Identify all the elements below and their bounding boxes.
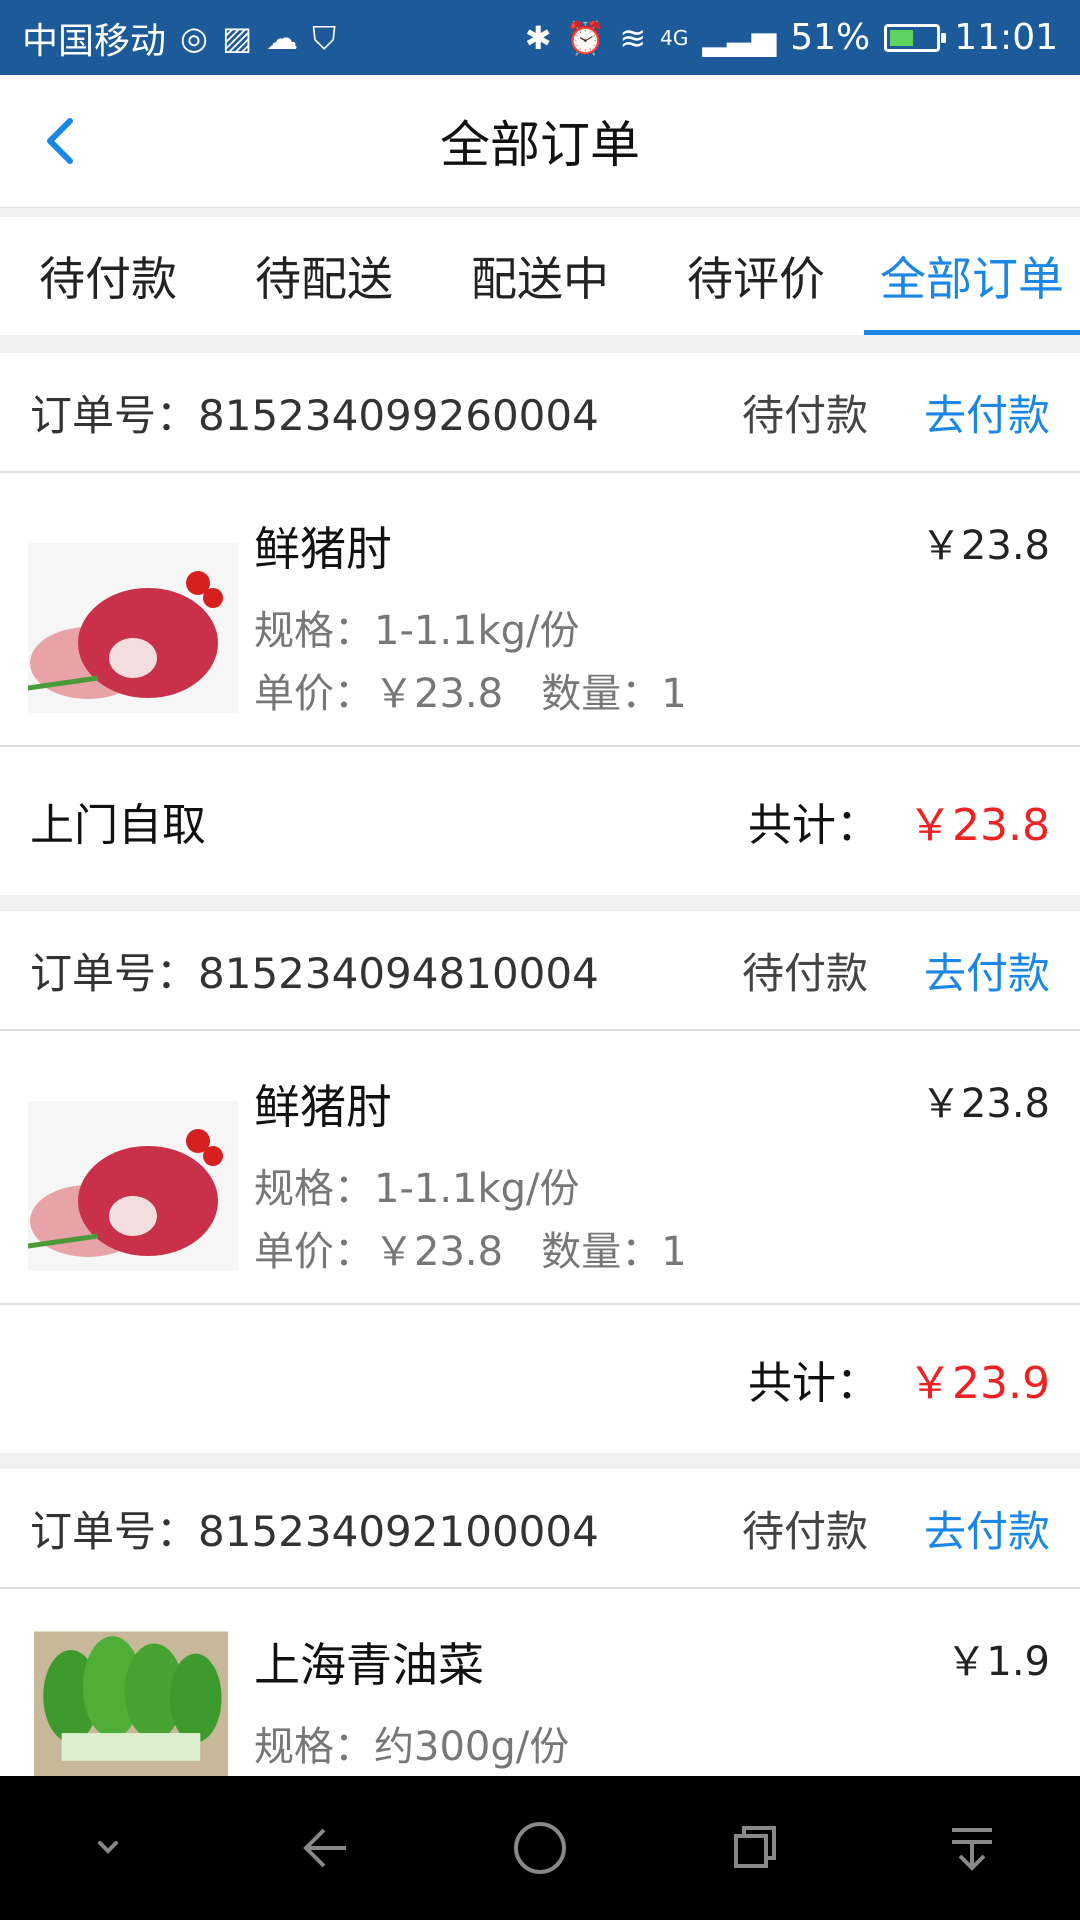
order-number: 订单号：815234099260004 — [30, 390, 599, 440]
status-bar: 中国移动 ◎ ▨ ☁ ⛉ ✱ ⏰ ≋ 4G ▂▃▅ 51% 11:01 — [0, 0, 1080, 75]
battery-icon — [884, 23, 947, 52]
image-icon: ▨ — [221, 18, 253, 57]
order-item[interactable]: 鲜猪肘 ￥23.8 规格：1-1.1kg/份 单价：￥23.8 数量：1 — [0, 1031, 1080, 1305]
product-price: ￥23.8 — [920, 523, 1050, 569]
order-number: 订单号：815234092100004 — [30, 1506, 599, 1556]
product-spec: 规格：1-1.1kg/份 — [254, 1166, 580, 1212]
order-card: 订单号：815234099260004 待付款 去付款 鲜猪肘 ￥23.8 规格… — [0, 353, 1080, 895]
pay-button[interactable]: 去付款 — [924, 940, 1050, 1001]
product-name: 鲜猪肘 — [254, 1080, 392, 1134]
nav-back-button[interactable] — [274, 1798, 374, 1898]
tab-pending-delivery[interactable]: 待配送 — [216, 217, 432, 335]
tab-all-orders[interactable]: 全部订单 — [864, 217, 1080, 335]
tab-delivering[interactable]: 配送中 — [432, 217, 648, 335]
tab-pending-review[interactable]: 待评价 — [648, 217, 864, 335]
product-unit-qty: 单价：￥23.8 数量：1 — [254, 671, 687, 717]
product-unit-qty: 单价：￥23.8 数量：1 — [254, 1229, 687, 1275]
pork-hock-image — [28, 1101, 238, 1271]
system-nav-bar — [0, 1776, 1080, 1920]
battery-fill — [890, 29, 913, 46]
alarm-icon: ⏰ — [565, 18, 606, 57]
chevron-down-icon — [98, 1841, 118, 1854]
product-spec: 规格：约300g/份 — [254, 1724, 570, 1770]
bok-choy-image — [34, 1631, 228, 1789]
back-arrow-icon — [303, 1828, 346, 1868]
total-amount: ￥23.9 — [908, 1358, 1050, 1409]
order-status: 待付款 — [741, 1506, 868, 1556]
pork-hock-image — [28, 543, 238, 713]
order-status: 待付款 — [741, 948, 868, 998]
nav-notification-button[interactable] — [922, 1798, 1022, 1898]
order-card: 订单号：815234094810004 待付款 去付款 鲜猪肘 ￥23.8 规格… — [0, 911, 1080, 1453]
cell-signal-icon: ▂▃▅ — [702, 18, 777, 57]
tab-pending-payment[interactable]: 待付款 — [0, 217, 216, 335]
pay-button[interactable]: 去付款 — [924, 1498, 1050, 1559]
product-name: 鲜猪肘 — [254, 522, 392, 576]
nav-home-button[interactable] — [490, 1798, 590, 1898]
order-header: 订单号：815234099260004 待付款 去付款 — [0, 353, 1080, 473]
order-list: 订单号：815234099260004 待付款 去付款 鲜猪肘 ￥23.8 规格… — [0, 353, 1080, 1879]
status-bar-left: 中国移动 ◎ ▨ ☁ ⛉ — [22, 12, 336, 64]
order-footer: 上门自取 共计： ￥23.8 — [0, 747, 1080, 895]
delivery-method: 上门自取 — [30, 800, 206, 851]
order-status: 待付款 — [741, 390, 868, 440]
battery-percent: 51% — [790, 17, 871, 58]
status-bar-right: ✱ ⏰ ≋ 4G ▂▃▅ 51% 11:01 — [525, 17, 1058, 58]
total-label: 共计： — [748, 800, 881, 851]
product-name: 上海青油菜 — [254, 1638, 484, 1692]
wifi-icon: ≋ — [619, 18, 647, 57]
signal-app-icon: ◎ — [180, 18, 208, 57]
order-header: 订单号：815234094810004 待付款 去付款 — [0, 911, 1080, 1031]
network-type-label: 4G — [660, 25, 689, 50]
back-chevron-icon — [47, 118, 73, 164]
home-circle-icon — [514, 1822, 566, 1874]
bluetooth-icon: ✱ — [524, 18, 552, 57]
app-header: 全部订单 — [0, 75, 1080, 208]
order-footer: 共计： ￥23.9 — [0, 1305, 1080, 1453]
carrier-label: 中国移动 — [22, 20, 167, 62]
product-price: ￥1.9 — [946, 1639, 1050, 1685]
total-label: 共计： — [748, 1358, 881, 1409]
order-header: 订单号：815234092100004 待付款 去付款 — [0, 1469, 1080, 1589]
nav-recents-button[interactable] — [706, 1798, 806, 1898]
product-spec: 规格：1-1.1kg/份 — [254, 608, 580, 654]
clock: 11:01 — [954, 17, 1058, 58]
pay-button[interactable]: 去付款 — [924, 382, 1050, 443]
weather-icon: ☁ — [266, 18, 299, 57]
order-tabs: 待付款 待配送 配送中 待评价 全部订单 — [0, 217, 1080, 335]
hide-nav-button[interactable] — [58, 1798, 158, 1898]
page-title: 全部订单 — [440, 116, 640, 174]
total-amount: ￥23.8 — [908, 800, 1050, 851]
back-button[interactable] — [40, 103, 100, 179]
recent-apps-icon — [734, 1826, 776, 1868]
shield-icon: ⛉ — [312, 18, 337, 57]
notification-pull-icon — [952, 1828, 992, 1871]
product-price: ￥23.8 — [920, 1081, 1050, 1127]
order-item[interactable]: 鲜猪肘 ￥23.8 规格：1-1.1kg/份 单价：￥23.8 数量：1 — [0, 473, 1080, 747]
order-number: 订单号：815234094810004 — [30, 948, 599, 998]
